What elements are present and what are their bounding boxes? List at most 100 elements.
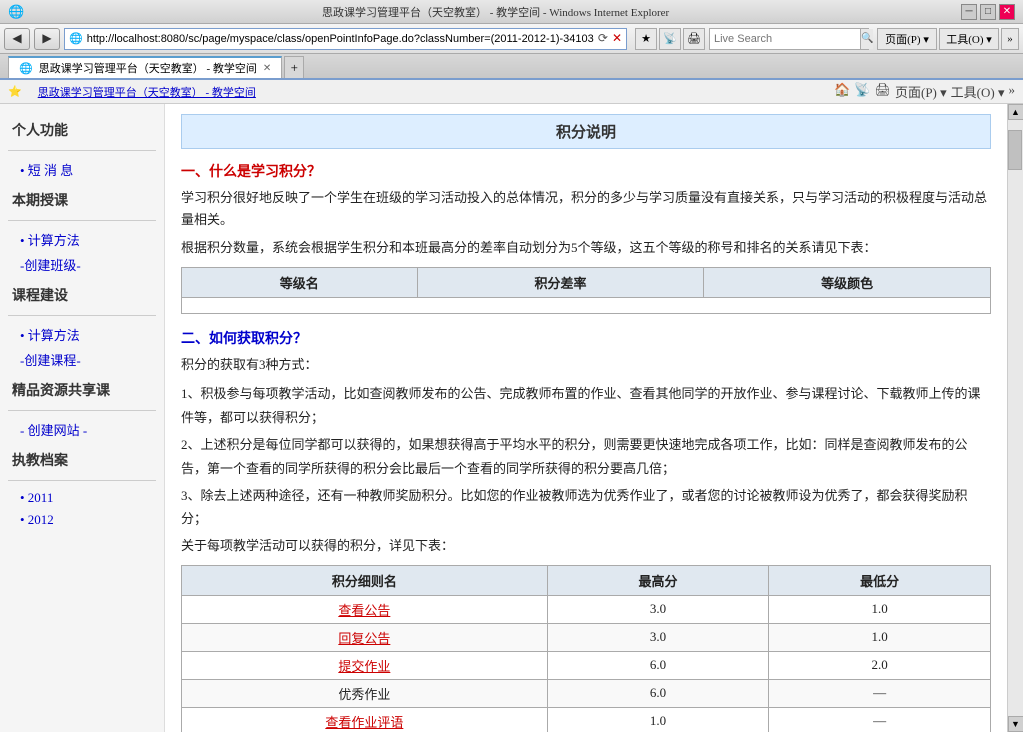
sidebar-divider-2 xyxy=(8,315,156,316)
table-row: 查看作业评语1.0— xyxy=(182,707,991,732)
section2-heading: 二、如何获取积分？ xyxy=(181,328,991,348)
table-row: 回复公告3.01.0 xyxy=(182,623,991,651)
section2-item1: 1、积极参与每项教学活动，比如查阅教师发布的公告、完成教师布置的作业、查看其他同… xyxy=(181,382,991,429)
score-row-3-name: 优秀作业 xyxy=(182,679,548,707)
score-row-1-min: 1.0 xyxy=(769,623,991,651)
window-controls[interactable]: ─ □ ✕ xyxy=(961,4,1015,20)
score-row-3-max: 6.0 xyxy=(547,679,769,707)
url-input[interactable] xyxy=(87,33,594,45)
refresh-icon[interactable]: ⟳ xyxy=(598,31,608,46)
sidebar-divider-0 xyxy=(8,150,156,151)
grade-table-header-0: 等级名 xyxy=(182,268,418,298)
restore-button[interactable]: □ xyxy=(980,4,996,20)
stop-icon[interactable]: ✕ xyxy=(612,31,622,46)
grade-table-empty xyxy=(182,298,991,314)
main-container: 个人功能• 短 消 息本期授课• 计算方法-创建班级-课程建设• 计算方法-创建… xyxy=(0,104,1023,732)
score-table: 积分细则名最高分最低分 查看公告3.01.0回复公告3.01.0提交作业6.02… xyxy=(181,565,991,732)
score-row-4-max: 1.0 xyxy=(547,707,769,732)
sidebar: 个人功能• 短 消 息本期授课• 计算方法-创建班级-课程建设• 计算方法-创建… xyxy=(0,104,165,732)
sidebar-link-4-1[interactable]: • 2012 xyxy=(0,509,164,531)
sidebar-section-title-3: 精品资源共享课 xyxy=(0,372,164,404)
content-area: 积分说明 一、什么是学习积分？ 学习积分很好地反映了一个学生在班级的学习活动投入… xyxy=(165,104,1007,732)
sidebar-link-2-1[interactable]: -创建课程- xyxy=(0,347,164,372)
print-links-icon[interactable]: 🖨 xyxy=(874,82,891,101)
sidebar-link-4-0[interactable]: • 2011 xyxy=(0,487,164,509)
sidebar-divider-1 xyxy=(8,220,156,221)
sidebar-section-title-0: 个人功能 xyxy=(0,112,164,144)
section1-para2: 根据积分数量，系统会根据学生积分和本班最高分的差率自动划分为5个等级，这五个等级… xyxy=(181,237,991,259)
tools-menu-button[interactable]: 工具(O) ▾ xyxy=(939,28,999,50)
score-row-1-max: 3.0 xyxy=(547,623,769,651)
table-row: 优秀作业6.0— xyxy=(182,679,991,707)
browser-toolbar: ◀ ▶ 🌐 ⟳ ✕ ★ 📡 🖨 🔍 页面(P) ▾ 工具(O) ▾ » xyxy=(0,24,1023,54)
scroll-down-button[interactable]: ▼ xyxy=(1008,716,1023,732)
favorites-star-icon[interactable]: ⭐ xyxy=(8,85,22,98)
grade-table-header-1: 积分差率 xyxy=(417,268,704,298)
scroll-thumb[interactable] xyxy=(1008,130,1022,170)
sidebar-divider-4 xyxy=(8,480,156,481)
table-row: 提交作业6.02.0 xyxy=(182,651,991,679)
page-title: 积分说明 xyxy=(181,114,991,149)
breadcrumb-link[interactable]: 思政课学习管理平台（天空教室） - 教学空间 xyxy=(38,84,256,100)
page-menu-button[interactable]: 页面(P) ▾ xyxy=(877,28,937,50)
score-row-0-min: 1.0 xyxy=(769,595,991,623)
scroll-track[interactable] xyxy=(1008,120,1023,716)
score-row-4-name[interactable]: 查看作业评语 xyxy=(182,707,548,732)
search-bar[interactable]: 🔍 xyxy=(709,28,869,50)
close-button[interactable]: ✕ xyxy=(999,4,1015,20)
score-row-0-name[interactable]: 查看公告 xyxy=(182,595,548,623)
section2-item3: 3、除去上述两种途径，还有一种教师奖励积分。比如您的作业被教师选为优秀作业了，或… xyxy=(181,484,991,531)
score-row-0-max: 3.0 xyxy=(547,595,769,623)
extra-menu-button[interactable]: » xyxy=(1001,28,1019,50)
print-icon[interactable]: 🖨 xyxy=(683,28,705,50)
section1-para1: 学习积分很好地反映了一个学生在班级的学习活动投入的总体情况，积分的多少与学习质量… xyxy=(181,187,991,231)
sidebar-link-3-0[interactable]: - 创建网站 - xyxy=(0,417,164,442)
score-row-2-name[interactable]: 提交作业 xyxy=(182,651,548,679)
tab-favicon: 🌐 xyxy=(19,62,33,75)
feeds-icon[interactable]: 📡 xyxy=(659,28,681,50)
score-row-3-min: — xyxy=(769,679,991,707)
score-row-2-max: 6.0 xyxy=(547,651,769,679)
browser-tabs: 🌐 思政课学习管理平台（天空教室） - 教学空间 ✕ + xyxy=(0,54,1023,80)
tools-links-menu[interactable]: 工具(O) ▾ xyxy=(951,82,1005,101)
page-links-menu[interactable]: 页面(P) ▾ xyxy=(895,82,947,101)
new-tab-button[interactable]: + xyxy=(284,56,304,78)
browser-links-bar: ⭐ 思政课学习管理平台（天空教室） - 教学空间 🏠 📡 🖨 页面(P) ▾ 工… xyxy=(0,80,1023,104)
section1-heading: 一、什么是学习积分？ xyxy=(181,161,991,181)
sidebar-link-1-1[interactable]: -创建班级- xyxy=(0,252,164,277)
sidebar-section-title-4: 执教档案 xyxy=(0,442,164,474)
right-scrollbar[interactable]: ▲ ▼ xyxy=(1007,104,1023,732)
back-button[interactable]: ◀ xyxy=(4,28,30,50)
score-table-header-1: 最高分 xyxy=(547,565,769,595)
sidebar-link-0-0[interactable]: • 短 消 息 xyxy=(0,157,164,182)
search-button[interactable]: 🔍 xyxy=(860,29,873,49)
sidebar-section-title-1: 本期授课 xyxy=(0,182,164,214)
home-icon[interactable]: 🏠 xyxy=(834,82,850,101)
browser-title: 思政课学习管理平台（天空教室） - 教学空间 - Windows Interne… xyxy=(30,4,961,20)
sidebar-link-2-0[interactable]: • 计算方法 xyxy=(0,322,164,347)
tab-close-button[interactable]: ✕ xyxy=(263,63,271,74)
address-bar[interactable]: 🌐 ⟳ ✕ xyxy=(64,28,627,50)
browser-titlebar: 🌐 思政课学习管理平台（天空教室） - 教学空间 - Windows Inter… xyxy=(0,0,1023,24)
grade-table: 等级名积分差率等级颜色 xyxy=(181,267,991,314)
rss-icon[interactable]: 📡 xyxy=(854,82,870,101)
more-links-icon[interactable]: » xyxy=(1009,82,1016,101)
score-table-header-2: 最低分 xyxy=(769,565,991,595)
sidebar-divider-3 xyxy=(8,410,156,411)
section2-ending: 关于每项教学活动可以获得的积分，详见下表： xyxy=(181,535,991,557)
links-bar-icons: 🏠 📡 🖨 页面(P) ▾ 工具(O) ▾ » xyxy=(834,82,1015,101)
sidebar-link-1-0[interactable]: • 计算方法 xyxy=(0,227,164,252)
score-row-1-name[interactable]: 回复公告 xyxy=(182,623,548,651)
section2-intro: 积分的获取有3种方式： xyxy=(181,354,991,376)
scroll-up-button[interactable]: ▲ xyxy=(1008,104,1023,120)
favorites-icon[interactable]: ★ xyxy=(635,28,657,50)
score-row-4-min: — xyxy=(769,707,991,732)
forward-button[interactable]: ▶ xyxy=(34,28,60,50)
toolbar-icons: ★ 📡 🖨 xyxy=(635,28,705,50)
grade-table-header-2: 等级颜色 xyxy=(704,268,991,298)
active-tab[interactable]: 🌐 思政课学习管理平台（天空教室） - 教学空间 ✕ xyxy=(8,56,282,78)
search-input[interactable] xyxy=(710,33,860,45)
minimize-button[interactable]: ─ xyxy=(961,4,977,20)
section2-item2: 2、上述积分是每位同学都可以获得的，如果想获得高于平均水平的积分，则需要更快速地… xyxy=(181,433,991,480)
table-row: 查看公告3.01.0 xyxy=(182,595,991,623)
